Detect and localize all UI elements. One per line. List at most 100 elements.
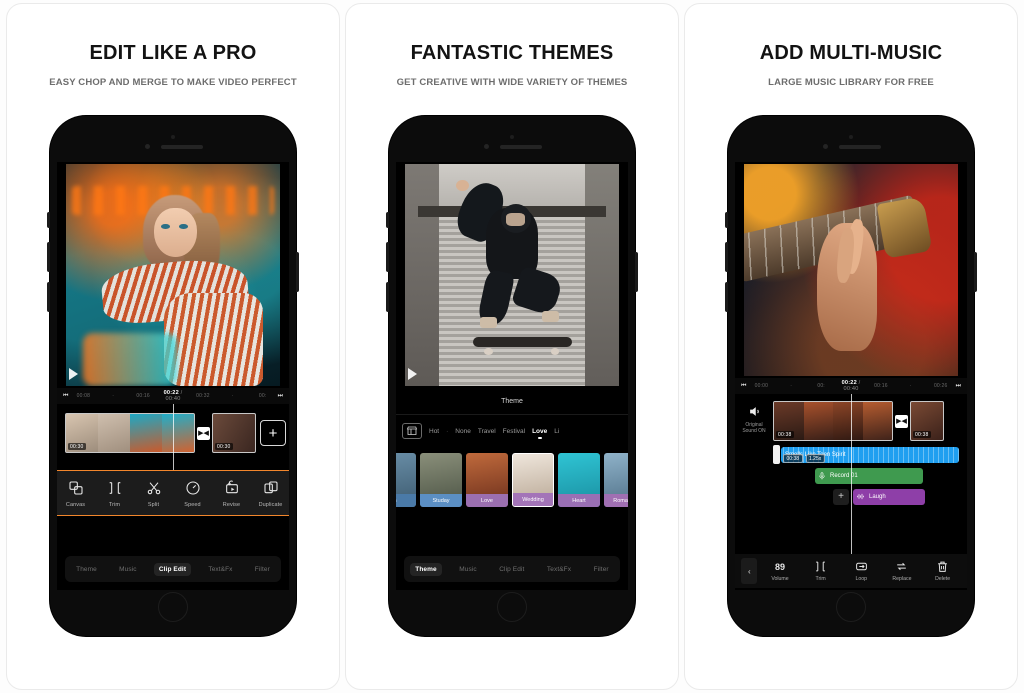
theme-name: Romance	[604, 494, 628, 507]
theme-category-hot[interactable]: Hot	[429, 428, 439, 435]
theme-name: Wedding	[513, 493, 553, 506]
theme-item[interactable]: Studay	[420, 453, 462, 507]
home-button[interactable]	[158, 592, 188, 622]
play-icon[interactable]	[408, 368, 417, 380]
clip-strip[interactable]: 00:38 ▶◀ 00:38	[773, 401, 967, 441]
tool-trim[interactable]: Trim	[803, 560, 839, 582]
timeline-tracks: Original Sound ON 00:38 ▶◀ 00:38 Spirit …	[735, 394, 967, 554]
tab-clip-edit[interactable]: Clip Edit	[494, 563, 529, 576]
audio-track-record[interactable]: Record 01	[815, 467, 923, 484]
tab-music[interactable]: Music	[454, 563, 481, 576]
skip-end-icon[interactable]: ⏭	[278, 393, 283, 400]
volume-value-icon: 89	[774, 561, 785, 572]
volume-down-button	[386, 282, 389, 312]
add-audio-button[interactable]: +	[833, 488, 849, 505]
audio-track-row[interactable]: Smells Like Teen Spirit 00:38 1.25x	[773, 445, 967, 464]
theme-thumbnail-list[interactable]: n Studay Love Wedding Heart	[396, 445, 628, 507]
tool-split[interactable]: Split	[134, 479, 173, 508]
tab-clip-edit[interactable]: Clip Edit	[153, 562, 192, 576]
tool-speed[interactable]: Speed	[173, 479, 212, 508]
theme-category-li[interactable]: Li	[554, 428, 559, 435]
playhead[interactable]	[851, 394, 852, 554]
ruler-tick: 00:	[258, 393, 267, 399]
transition-icon[interactable]: ▶◀	[895, 414, 908, 428]
audio-track-row[interactable]: Record 01	[773, 467, 967, 484]
audio-speed-chip: 1.25x	[805, 454, 825, 463]
theme-name: n	[396, 494, 416, 507]
tab-theme[interactable]: Theme	[71, 563, 102, 576]
ruler-tick: ·	[112, 393, 115, 399]
timeline-ruler[interactable]: ⏮ 00:00 · 00: 00:22 / 00:40 00:16 · 00:2…	[735, 378, 967, 394]
tab-text-fx[interactable]: Text&Fx	[542, 563, 576, 576]
tab-theme[interactable]: Theme	[410, 562, 442, 576]
editor-panel-3: ⏮ 00:00 · 00: 00:22 / 00:40 00:16 · 00:2…	[735, 378, 967, 590]
page-title: ADD MULTI-MUSIC	[759, 42, 943, 64]
video-clip[interactable]: 00:38	[910, 401, 944, 441]
tool-canvas[interactable]: Canvas	[57, 479, 95, 508]
add-clip-button[interactable]: +	[260, 420, 286, 446]
theme-category-none[interactable]: None	[455, 428, 471, 435]
mute-switch	[386, 212, 389, 228]
canvas-icon	[67, 479, 85, 497]
back-button[interactable]: ‹	[741, 558, 758, 584]
video-preview[interactable]	[57, 162, 289, 388]
home-button[interactable]	[497, 592, 527, 622]
theme-category-travel[interactable]: Travel	[478, 428, 496, 435]
video-preview[interactable]	[735, 162, 967, 378]
ruler-tick: ·	[909, 383, 912, 389]
theme-name: Studay	[420, 494, 462, 507]
power-button	[296, 252, 299, 292]
tab-filter[interactable]: Filter	[250, 563, 275, 576]
transition-icon[interactable]: ▶◀	[197, 426, 210, 440]
tool-loop[interactable]: Loop	[843, 560, 879, 582]
home-button[interactable]	[836, 592, 866, 622]
theme-item[interactable]: Romance	[604, 453, 628, 507]
theme-item-selected[interactable]: Wedding	[512, 453, 554, 507]
mute-switch	[47, 212, 50, 228]
tool-trim[interactable]: Trim	[95, 479, 134, 508]
theme-category-list: Hot · None Travel Festival Love Li	[396, 415, 628, 445]
audio-track-effect[interactable]: Laugh	[853, 488, 925, 505]
audio-trim-handle[interactable]	[773, 445, 780, 464]
theme-item[interactable]: n	[396, 453, 416, 507]
video-preview[interactable]	[396, 162, 628, 388]
tool-label: Trim	[108, 502, 121, 508]
tool-revise[interactable]: Revise	[212, 479, 251, 508]
video-clip[interactable]: 00:30	[212, 413, 256, 453]
tool-label: Canvas	[65, 502, 86, 508]
editor-panel-2: Theme Hot · None Travel Festival Love Li…	[396, 388, 628, 590]
tool-delete[interactable]: Delete	[925, 560, 961, 582]
theme-item[interactable]: Love	[466, 453, 508, 507]
tab-music[interactable]: Music	[114, 563, 141, 576]
current-time-label: 00:22 / 00:40	[841, 380, 861, 392]
phone-screen-2: Theme Hot · None Travel Festival Love Li…	[396, 162, 628, 590]
tool-volume[interactable]: 89 Volume	[762, 560, 798, 583]
theme-category-love[interactable]: Love	[532, 428, 547, 439]
theme-category-separator: ·	[446, 427, 449, 435]
page-title: EDIT LIKE A PRO	[89, 42, 257, 64]
volume-down-button	[725, 282, 728, 312]
panel-title: Theme	[396, 388, 628, 415]
tool-replace[interactable]: Replace	[884, 560, 920, 582]
tab-filter[interactable]: Filter	[589, 563, 614, 576]
tool-label: Loop	[855, 576, 868, 582]
theme-category-festival[interactable]: Festival	[503, 428, 525, 435]
skip-end-icon[interactable]: ⏭	[956, 383, 961, 390]
ruler-tick: 00:32	[196, 393, 210, 399]
video-clip[interactable]: 00:30	[65, 413, 195, 453]
waveform-icon	[856, 492, 865, 501]
video-clip[interactable]: 00:38	[773, 401, 893, 441]
theme-item[interactable]: Heart	[558, 453, 600, 507]
earpiece-speaker	[500, 145, 542, 149]
duplicate-icon	[262, 479, 280, 497]
tool-duplicate[interactable]: Duplicate	[251, 479, 289, 508]
original-sound-toggle[interactable]: Original Sound ON	[735, 402, 773, 435]
audio-track-title: Laugh	[869, 493, 886, 500]
audio-edit-toolbar: ‹ 89 Volume Trim Loop Replace Delete	[735, 554, 967, 588]
audio-track-row[interactable]: + Laugh	[773, 488, 967, 505]
phone-mockup-1: ⏮ 00:08 · 00:16 00:22 / 00:40 00:32 · 00…	[47, 116, 299, 636]
timeline-ruler[interactable]: ⏮ 00:08 · 00:16 00:22 / 00:40 00:32 · 00…	[57, 388, 289, 404]
tab-text-fx[interactable]: Text&Fx	[203, 563, 237, 576]
store-icon[interactable]	[402, 423, 422, 439]
play-icon[interactable]	[69, 368, 78, 380]
